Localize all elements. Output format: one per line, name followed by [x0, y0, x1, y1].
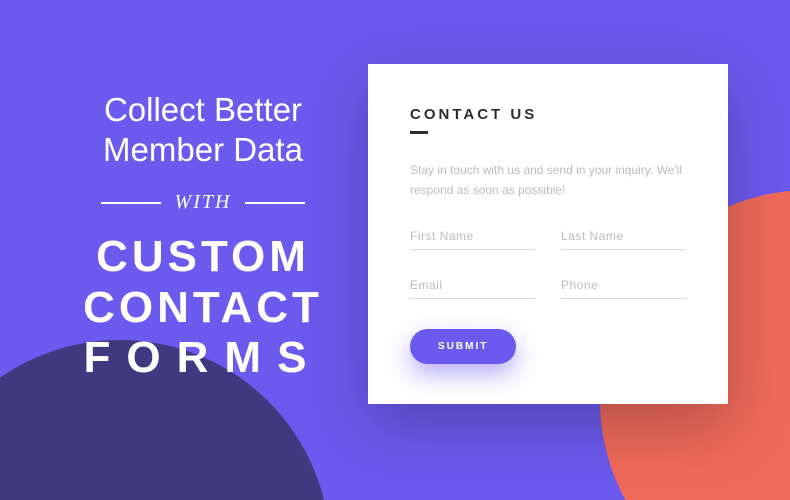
hero-line-1: Collect Better — [58, 90, 348, 130]
field-phone — [561, 272, 686, 299]
field-email — [410, 272, 535, 299]
title-underline — [410, 131, 428, 134]
hero-with: WITH — [161, 191, 246, 214]
form-title: CONTACT US — [410, 106, 686, 123]
hero-big-1: CUSTOM — [58, 232, 348, 283]
phone-input[interactable] — [561, 272, 686, 299]
form-description: Stay in touch with us and send in your i… — [410, 160, 686, 201]
field-first-name — [410, 223, 535, 250]
email-input[interactable] — [410, 272, 535, 299]
divider-left — [101, 202, 161, 204]
field-last-name — [561, 223, 686, 250]
form-fields — [410, 223, 686, 299]
divider-right — [245, 202, 305, 204]
submit-button[interactable]: SUBMIT — [410, 329, 516, 364]
hero-banner: Collect Better Member Data WITH CUSTOM C… — [0, 0, 790, 500]
hero-big-3: FORMS — [58, 333, 348, 384]
last-name-input[interactable] — [561, 223, 686, 250]
hero-line-2: Member Data — [58, 130, 348, 170]
first-name-input[interactable] — [410, 223, 535, 250]
contact-card: CONTACT US Stay in touch with us and sen… — [368, 64, 728, 404]
hero-big-2: CONTACT — [58, 283, 348, 334]
hero-text: Collect Better Member Data WITH CUSTOM C… — [58, 90, 348, 384]
hero-divider-row: WITH — [58, 191, 348, 214]
